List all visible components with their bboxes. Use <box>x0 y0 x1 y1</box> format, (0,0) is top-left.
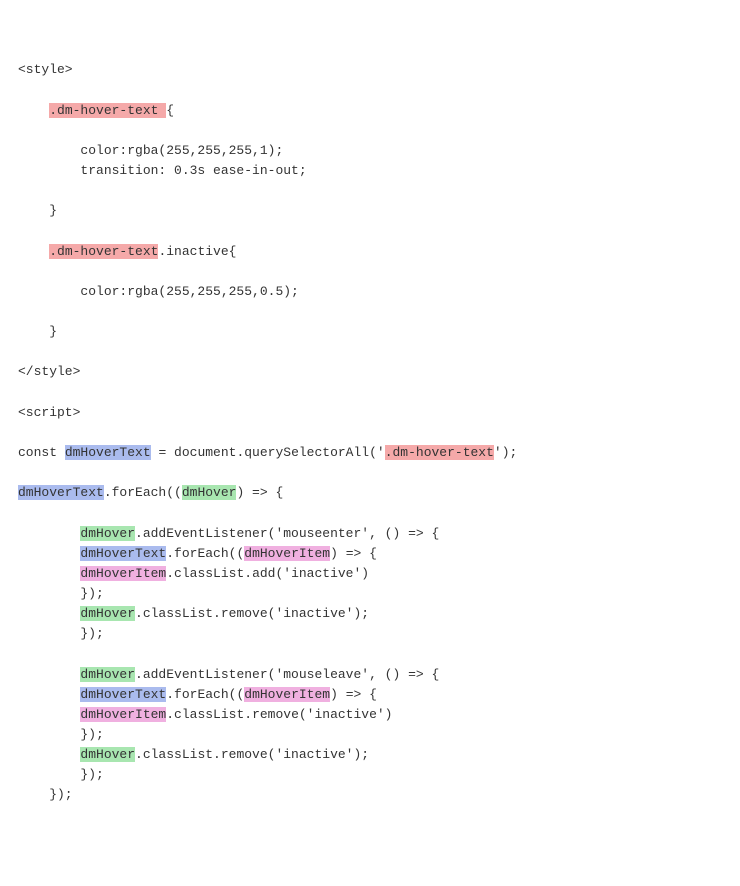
code-indent <box>18 526 80 541</box>
code-indent <box>18 244 49 259</box>
code-indent <box>18 687 80 702</box>
code-text: ) => { <box>330 546 377 561</box>
inner-param-highlight: dmHoverItem <box>244 546 330 561</box>
param-highlight: dmHover <box>182 485 237 500</box>
var-highlight: dmHoverText <box>65 445 151 460</box>
code-text: .classList.add('inactive') <box>166 566 369 581</box>
code-indent <box>18 707 80 722</box>
code-indent <box>18 667 80 682</box>
code-line: }); <box>18 626 104 641</box>
code-line: <script> <box>18 405 80 420</box>
inner-param-highlight: dmHoverItem <box>244 687 330 702</box>
code-text: .forEach(( <box>166 687 244 702</box>
code-text: ) => { <box>236 485 283 500</box>
code-line: color:rgba(255,255,255,0.5); <box>18 284 299 299</box>
code-line: } <box>18 203 57 218</box>
var-highlight: dmHoverText <box>18 485 104 500</box>
code-line: </style> <box>18 364 80 379</box>
param-highlight: dmHover <box>80 526 135 541</box>
var-highlight: dmHoverText <box>80 546 166 561</box>
code-text: .classList.remove('inactive'); <box>135 606 369 621</box>
css-selector-highlight: .dm-hover-text <box>49 103 166 118</box>
code-text: .classList.remove('inactive'); <box>135 747 369 762</box>
code-line: }); <box>18 727 104 742</box>
code-text: .classList.remove('inactive') <box>166 707 392 722</box>
code-text: const <box>18 445 65 460</box>
code-text: .forEach(( <box>166 546 244 561</box>
param-highlight: dmHover <box>80 667 135 682</box>
code-text: .inactive{ <box>158 244 236 259</box>
css-selector-highlight: .dm-hover-text <box>385 445 494 460</box>
code-line: color:rgba(255,255,255,1); <box>18 143 283 158</box>
param-highlight: dmHover <box>80 747 135 762</box>
css-selector-highlight: .dm-hover-text <box>49 244 158 259</box>
code-line: }); <box>18 767 104 782</box>
code-text: ) => { <box>330 687 377 702</box>
code-text: .addEventListener('mouseenter', () => { <box>135 526 439 541</box>
code-line: transition: 0.3s ease-in-out; <box>18 163 307 178</box>
code-line: <style> <box>18 62 73 77</box>
code-indent <box>18 747 80 762</box>
code-line: }); <box>18 586 104 601</box>
code-line: }); <box>18 787 73 802</box>
param-highlight: dmHover <box>80 606 135 621</box>
code-indent <box>18 546 80 561</box>
code-block: <style> .dm-hover-text { color:rgba(255,… <box>18 60 722 805</box>
inner-param-highlight: dmHoverItem <box>80 707 166 722</box>
code-indent <box>18 566 80 581</box>
inner-param-highlight: dmHoverItem <box>80 566 166 581</box>
var-highlight: dmHoverText <box>80 687 166 702</box>
code-text: { <box>166 103 174 118</box>
code-indent <box>18 606 80 621</box>
code-indent <box>18 103 49 118</box>
code-text: .forEach(( <box>104 485 182 500</box>
code-text: = document.querySelectorAll(' <box>151 445 385 460</box>
code-text: .addEventListener('mouseleave', () => { <box>135 667 439 682</box>
code-text: '); <box>494 445 517 460</box>
code-line: } <box>18 324 57 339</box>
